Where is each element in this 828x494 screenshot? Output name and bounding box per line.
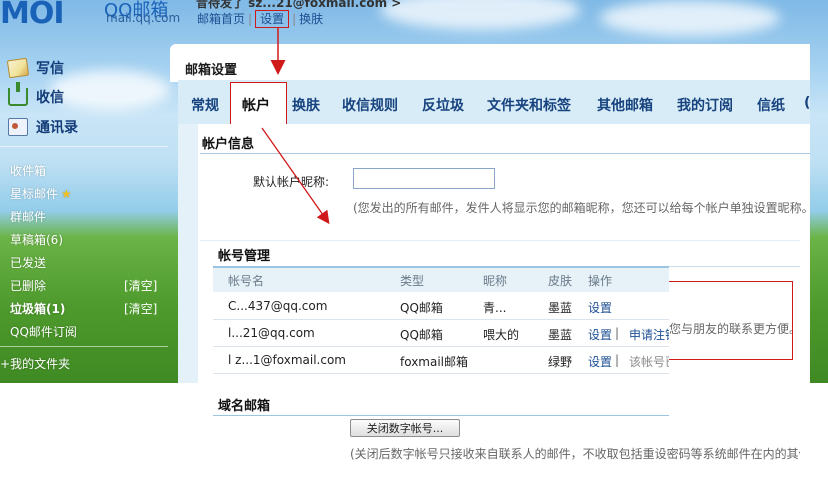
row2-settings-link[interactable]: 设置 — [588, 326, 612, 343]
domain-mail-heading: 域名邮箱 — [218, 399, 271, 414]
cloud-decoration — [50, 70, 170, 110]
top-nav: 邮箱首页 | 设置 | 换肤 — [197, 10, 323, 28]
settings-panel-header — [170, 44, 810, 82]
receive-icon — [8, 82, 28, 106]
sidebar-divider — [0, 146, 168, 147]
row3-type: foxmail邮箱 — [400, 355, 469, 369]
tab-general[interactable]: 常规 — [191, 95, 219, 115]
col-nickname: 昵称 — [483, 274, 508, 288]
tab-account[interactable]: 帐户 — [242, 95, 270, 115]
folder-subscriptions[interactable]: QQ邮件订阅 — [10, 323, 77, 340]
nav-separator: | — [292, 12, 297, 26]
table-row-divider — [213, 346, 669, 347]
row1-skin: 墨蓝 — [548, 301, 573, 315]
folder-group-mail[interactable]: 群邮件 — [10, 208, 46, 225]
my-folders-toggle[interactable]: +我的文件夹 — [0, 355, 70, 372]
contacts-icon — [8, 118, 28, 136]
tab-other-mailboxes[interactable]: 其他邮箱 — [597, 95, 653, 115]
receive-button[interactable]: 收信 — [8, 82, 64, 108]
close-numeric-account-button[interactable]: 关闭数字帐号... — [350, 419, 460, 437]
tab-folders-labels[interactable]: 文件夹和标签 — [487, 95, 571, 115]
compose-icon — [6, 57, 30, 79]
account-manage-heading: 帐号管理 — [218, 249, 271, 264]
nav-mail-home[interactable]: 邮箱首页 — [197, 12, 245, 26]
nav-change-skin[interactable]: 换肤 — [299, 12, 323, 26]
row2-type: QQ邮箱 — [400, 328, 443, 342]
star-icon: ★ — [61, 187, 72, 201]
section-divider — [213, 415, 669, 416]
row3-status-text: 该帐号已 — [629, 355, 669, 369]
clear-deleted-link[interactable]: [清空] — [124, 277, 157, 294]
page-title: 邮箱设置 — [185, 63, 238, 78]
tab-receive-rules[interactable]: 收信规则 — [342, 95, 398, 115]
folder-spam[interactable]: 垃圾箱(1) — [10, 300, 65, 317]
tab-my-subscriptions[interactable]: 我的订阅 — [677, 95, 733, 115]
account-info-heading: 帐户信息 — [202, 137, 255, 152]
content-left-strip — [178, 124, 198, 383]
section-divider — [200, 240, 800, 241]
cloud-decoration — [600, 0, 780, 36]
folder-starred-label: 星标邮件 — [10, 187, 59, 201]
row1-account-name: C...437@qq.com — [228, 299, 328, 313]
compose-label: 写信 — [36, 61, 64, 77]
contacts-button[interactable]: 通讯录 — [8, 116, 78, 138]
row3-settings-link[interactable]: 设置 — [588, 353, 612, 370]
sidebar-divider — [0, 346, 168, 347]
folder-deleted[interactable]: 已删除 — [10, 277, 46, 294]
row3-separator: | — [615, 353, 620, 367]
contacts-label: 通讯录 — [36, 120, 78, 136]
nickname-label: 默认帐户昵称: — [253, 175, 330, 189]
row3-account-name: l z...1@foxmail.com — [228, 353, 346, 367]
row3-skin: 绿野 — [548, 355, 573, 369]
row2-account-name: l...21@qq.com — [228, 326, 315, 340]
receive-label: 收信 — [36, 90, 64, 106]
row2-separator: | — [615, 326, 620, 340]
mail-logo[interactable]: MOI — [0, 0, 65, 31]
nav-settings[interactable]: 设置 — [255, 10, 290, 28]
folder-sent[interactable]: 已发送 — [10, 254, 46, 271]
folder-drafts[interactable]: 草稿箱(6) — [10, 231, 63, 248]
domain-mail-hint: (关闭后数字帐号只接收来自联系人的邮件，不收取包括重设密码等系统邮件在内的其他 — [350, 447, 800, 461]
tab-more[interactable]: ( — [804, 95, 810, 111]
row2-nickname: 喂大的 — [483, 328, 520, 342]
col-actions: 操作 — [588, 274, 613, 288]
tab-skin[interactable]: 换肤 — [292, 95, 320, 115]
table-row-divider — [213, 319, 669, 320]
row1-settings-link[interactable]: 设置 — [588, 299, 612, 316]
tab-anti-spam[interactable]: 反垃圾 — [422, 95, 464, 115]
compose-button[interactable]: 写信 — [6, 57, 64, 79]
nav-separator: | — [248, 12, 253, 26]
expand-plus-icon: + — [0, 357, 11, 371]
row1-nickname: 青... — [483, 301, 507, 315]
row2-skin: 墨蓝 — [548, 328, 573, 342]
col-type: 类型 — [400, 274, 425, 288]
nickname-input[interactable] — [353, 168, 495, 189]
folder-inbox[interactable]: 收件箱 — [10, 162, 46, 179]
annotation-box — [669, 281, 793, 360]
col-account-name: 帐号名 — [228, 274, 265, 288]
row1-type: QQ邮箱 — [400, 301, 443, 315]
my-folders-label: 我的文件夹 — [10, 357, 71, 371]
table-row-divider — [213, 373, 669, 374]
row2-cancel-link[interactable]: 申请注销 — [629, 326, 669, 343]
section-divider — [200, 153, 810, 154]
col-skin: 皮肤 — [548, 274, 573, 288]
clear-spam-link[interactable]: [清空] — [124, 300, 157, 317]
tab-stationery[interactable]: 信纸 — [757, 95, 785, 115]
nickname-hint: (您发出的所有邮件，发件人将显示您的邮箱昵称，您还可以给每个帐户单独设置昵称。 — [353, 201, 810, 215]
logo-domain-text: mail.qq.com — [106, 11, 181, 25]
folder-starred[interactable]: 星标邮件 ★ — [10, 185, 72, 202]
